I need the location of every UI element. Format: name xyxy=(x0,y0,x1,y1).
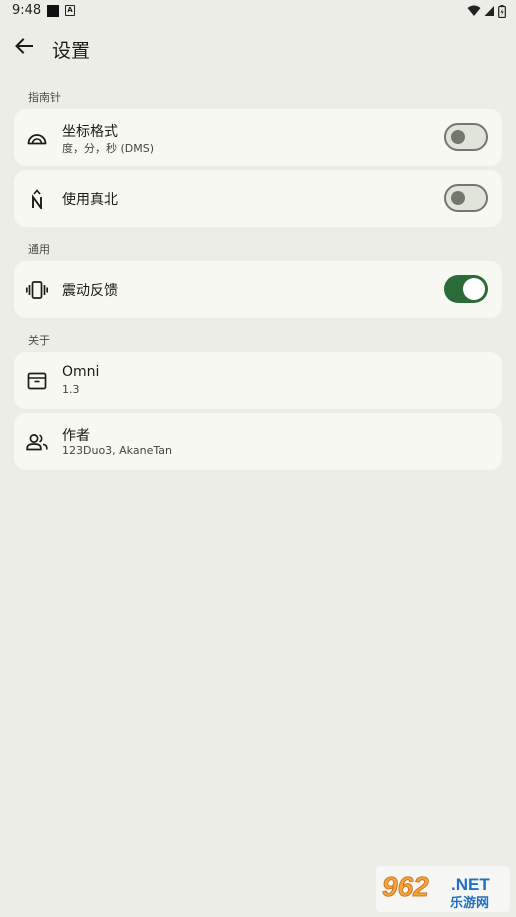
watermark-suffix: .NET xyxy=(451,875,490,894)
wifi-icon xyxy=(467,5,481,16)
section-header-about: 关于 xyxy=(28,334,50,347)
status-bar: 9:48 A xyxy=(0,0,516,24)
battery-icon xyxy=(498,4,506,18)
about-title: 作者 xyxy=(62,428,90,444)
site-watermark-logo: 962 .NET 乐游网 xyxy=(376,866,510,912)
vibration-icon xyxy=(26,279,48,301)
setting-haptic-feedback[interactable]: 震动反馈 xyxy=(14,261,502,318)
page-title: 设置 xyxy=(52,40,91,62)
setting-title: 使用真北 xyxy=(62,192,118,208)
about-authors: 123Duo3, AkaneTan xyxy=(62,444,172,457)
watermark-number: 962 xyxy=(382,871,429,902)
section-header-compass: 指南针 xyxy=(28,91,61,104)
section-header-general: 通用 xyxy=(28,243,50,256)
haptic-feedback-toggle[interactable] xyxy=(444,275,488,303)
coordinate-format-toggle[interactable] xyxy=(444,123,488,151)
gauge-arc-icon xyxy=(26,127,48,149)
setting-title: 坐标格式 xyxy=(62,124,118,140)
about-authors-item[interactable]: 作者 123Duo3, AkaneTan xyxy=(14,413,502,470)
notification-a-icon: A xyxy=(65,5,75,16)
signal-icon xyxy=(484,6,494,16)
setting-coordinate-format[interactable]: 坐标格式 度，分，秒 (DMS) xyxy=(14,109,502,166)
setting-true-north[interactable]: 使用真北 xyxy=(14,170,502,227)
status-indicators xyxy=(467,3,506,19)
toggle-thumb xyxy=(451,130,465,144)
people-icon xyxy=(26,431,48,453)
about-app-item[interactable]: Omni 1.3 xyxy=(14,352,502,409)
inventory-box-icon xyxy=(26,370,48,392)
about-title: Omni xyxy=(62,364,100,380)
true-north-toggle[interactable] xyxy=(444,184,488,212)
setting-subtitle: 度，分，秒 (DMS) xyxy=(62,142,155,155)
back-button[interactable] xyxy=(12,34,36,58)
north-n-icon xyxy=(26,188,48,210)
settings-screen: 9:48 A 设置 指南针 坐标格式 度，分，秒 (DMS) 使用真北 通用 震… xyxy=(0,0,516,917)
toggle-thumb xyxy=(463,278,485,300)
status-time: 9:48 xyxy=(12,3,42,18)
watermark-caption: 乐游网 xyxy=(450,895,489,911)
toggle-thumb xyxy=(451,191,465,205)
arrow-back-icon xyxy=(15,38,33,54)
about-version: 1.3 xyxy=(62,383,80,396)
notification-square-icon xyxy=(47,5,59,17)
setting-title: 震动反馈 xyxy=(62,283,118,299)
top-app-bar: 设置 xyxy=(0,28,516,68)
